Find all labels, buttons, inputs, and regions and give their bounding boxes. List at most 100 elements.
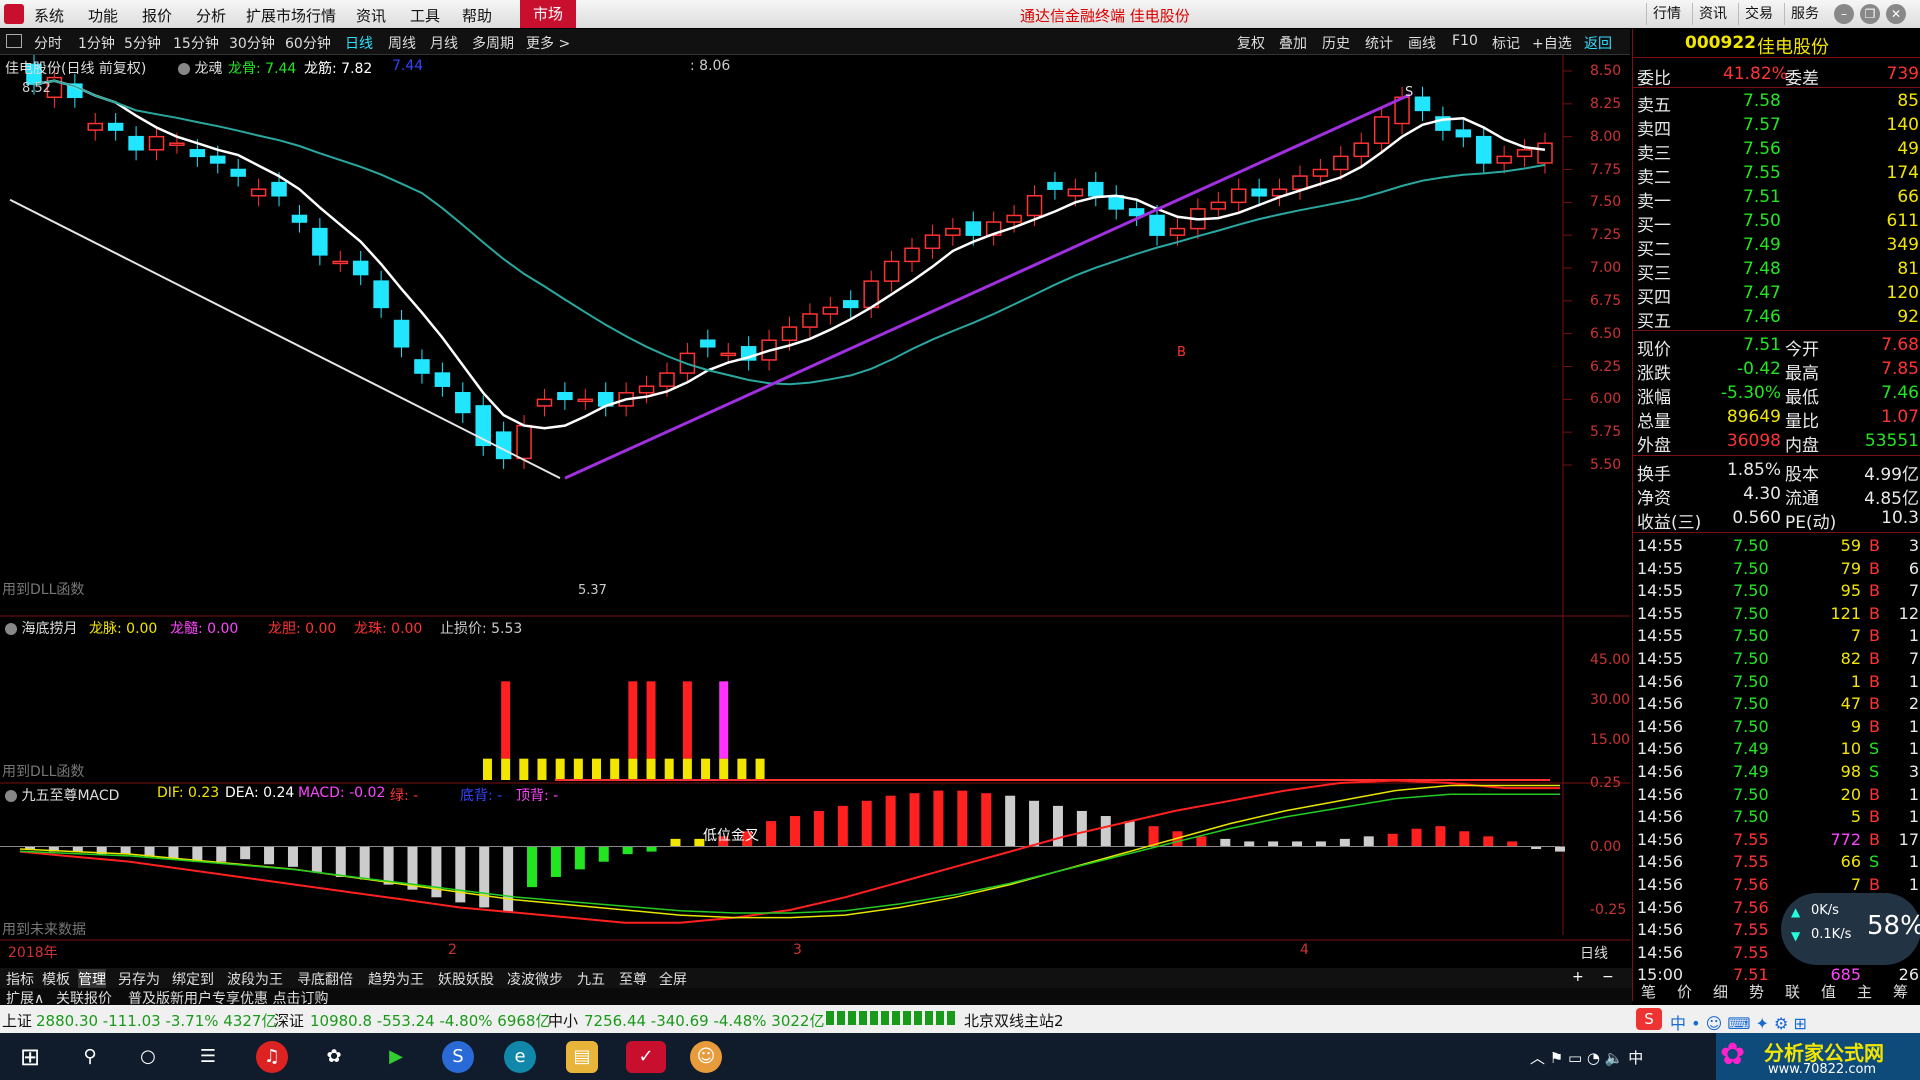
sub2-title[interactable]: 九五至尊MACD: [5, 785, 119, 805]
menu-item-info[interactable]: 资讯: [356, 5, 386, 26]
tab-bind-to[interactable]: 绑定到: [172, 969, 214, 989]
period-tab-daily[interactable]: 日线: [345, 33, 373, 53]
menu-item-quote[interactable]: 报价: [142, 5, 172, 26]
zx-index[interactable]: 7256.44 -340.69 -4.48% 3022亿: [584, 1010, 824, 1031]
menu-item-system[interactable]: 系统: [34, 5, 64, 26]
sogou-icon[interactable]: S: [442, 1041, 474, 1073]
tab-lingbo[interactable]: 凌波微步: [507, 969, 563, 989]
panel-tab[interactable]: 价: [1677, 981, 1692, 1002]
pinwheel-icon[interactable]: ✿: [318, 1041, 350, 1073]
tab-boduan[interactable]: 波段为王: [227, 969, 283, 989]
weibi-value: 41.82%: [1723, 64, 1788, 84]
avatar-app-icon[interactable]: ☺: [690, 1041, 722, 1073]
tdx-app-icon[interactable]: ✓: [626, 1041, 666, 1073]
server-name[interactable]: 北京双线主站2: [964, 1010, 1064, 1031]
tab-jiuwu[interactable]: 九五: [577, 969, 605, 989]
tool-history[interactable]: 历史: [1322, 33, 1350, 53]
search-icon[interactable]: ⚲: [74, 1041, 106, 1073]
panel-tab[interactable]: 细: [1713, 981, 1728, 1002]
panel-tab[interactable]: 联: [1785, 981, 1800, 1002]
tab-fullscreen[interactable]: 全屏: [659, 969, 687, 989]
tool-mark[interactable]: 标记: [1492, 33, 1520, 53]
sub1-title[interactable]: 海底捞月: [5, 618, 77, 638]
period-tab-more[interactable]: 更多 >: [526, 33, 570, 53]
cortana-icon[interactable]: ○: [132, 1041, 164, 1073]
ime-icon[interactable]: S: [1636, 1008, 1662, 1030]
candle-body: [87, 122, 104, 131]
ext-bar: 扩展∧ 关联报价 普及版新用户专享优惠 点击订购: [0, 988, 1632, 1007]
period-tab-5min[interactable]: 5分钟: [124, 33, 161, 53]
tool-back[interactable]: 返回: [1584, 33, 1612, 53]
tray-area[interactable]: ︿ ⚑ ▭ ◔ 🔈 中: [1530, 1047, 1643, 1068]
browser-icon[interactable]: e: [504, 1041, 536, 1073]
rbtn-service[interactable]: 服务: [1784, 3, 1825, 25]
rbtn-quote[interactable]: 行情: [1646, 3, 1687, 25]
candle-body: [1088, 181, 1104, 197]
x-axis-right-label[interactable]: 日线: [1580, 943, 1608, 963]
tool-fuquan[interactable]: 复权: [1237, 33, 1265, 53]
menu-item-analysis[interactable]: 分析: [196, 5, 226, 26]
menu-item-ext-market[interactable]: 扩展市场行情: [246, 5, 336, 26]
minimize-icon[interactable]: –: [1834, 4, 1854, 24]
zoom-in-icon[interactable]: +: [1572, 969, 1584, 985]
period-tab-30min[interactable]: 30分钟: [229, 33, 275, 53]
netease-icon[interactable]: ♫: [256, 1041, 288, 1073]
file-explorer-icon[interactable]: ▤: [566, 1041, 598, 1073]
panel-tab[interactable]: 主: [1857, 981, 1872, 1002]
buy-level-label: 买三: [1637, 264, 1671, 284]
restore-icon[interactable]: ❐: [1860, 4, 1880, 24]
menu-item-tools[interactable]: 工具: [410, 5, 440, 26]
sub1-base-bar: [501, 758, 511, 780]
tool-stats[interactable]: 统计: [1365, 33, 1393, 53]
kline-chart[interactable]: [0, 55, 1630, 967]
tab-save-as[interactable]: 另存为: [118, 969, 160, 989]
rbtn-info[interactable]: 资讯: [1692, 3, 1733, 25]
tab-yaogu[interactable]: 妖股妖股: [438, 969, 494, 989]
period-tab-60min[interactable]: 60分钟: [285, 33, 331, 53]
tool-add-fav[interactable]: +自选: [1532, 33, 1572, 53]
tray-icons[interactable]: 中 • ☺ ⌨ ✦ ⚙ ⊞: [1670, 1010, 1807, 1034]
sub2-toggle-icon[interactable]: [5, 790, 17, 802]
tool-draw[interactable]: 画线: [1408, 33, 1436, 53]
y-tick-label: -0.25: [1590, 902, 1627, 918]
macd-histogram-bar: [885, 795, 896, 847]
rbtn-trade[interactable]: 交易: [1738, 3, 1779, 25]
period-tab-fenshi[interactable]: 分时: [34, 33, 62, 53]
tool-overlay[interactable]: 叠加: [1279, 33, 1307, 53]
tab-manage[interactable]: 管理: [78, 969, 106, 989]
tool-f10[interactable]: F10: [1452, 33, 1478, 49]
status-bar: 上证 2880.30 -111.03 -3.71% 4327亿 深证 10980…: [0, 1005, 1920, 1033]
tab-xundi[interactable]: 寻底翻倍: [297, 969, 353, 989]
start-icon[interactable]: ⊞: [14, 1041, 46, 1073]
sh-index[interactable]: 2880.30 -111.03 -3.71% 4327亿: [36, 1010, 276, 1031]
period-toggle-icon[interactable]: [6, 34, 22, 48]
panel-tab[interactable]: 势: [1749, 981, 1764, 1002]
panel-tab[interactable]: 笔: [1641, 981, 1656, 1002]
sub1-toggle-icon[interactable]: [5, 623, 17, 635]
indicator-toggle-icon[interactable]: [178, 63, 190, 75]
period-tab-weekly[interactable]: 周线: [388, 33, 416, 53]
panel-tab[interactable]: 筹: [1893, 981, 1908, 1002]
close-icon[interactable]: ✕: [1886, 4, 1906, 24]
market-button[interactable]: 市场: [520, 0, 576, 28]
video-player-icon[interactable]: ▶: [380, 1041, 412, 1073]
candle-body: [495, 431, 512, 460]
panel-tab[interactable]: 值: [1821, 981, 1836, 1002]
tab-template[interactable]: 模板: [42, 969, 70, 989]
period-tab-1min[interactable]: 1分钟: [78, 33, 115, 53]
sz-index[interactable]: 10980.8 -553.24 -4.80% 6968亿: [310, 1010, 550, 1031]
menu-item-help[interactable]: 帮助: [462, 5, 492, 26]
period-tab-monthly[interactable]: 月线: [430, 33, 458, 53]
tab-zhizun[interactable]: 至尊: [619, 969, 647, 989]
task-view-icon[interactable]: ☰: [192, 1041, 224, 1073]
tab-indicator[interactable]: 指标: [6, 969, 34, 989]
indicator-name[interactable]: 龙魂: [178, 58, 222, 78]
tab-qushi[interactable]: 趋势为王: [368, 969, 424, 989]
period-tab-multi[interactable]: 多周期: [472, 33, 514, 53]
y-tick-label: 15.00: [1590, 732, 1631, 748]
zoom-out-icon[interactable]: −: [1602, 969, 1614, 985]
menu-item-function[interactable]: 功能: [88, 5, 118, 26]
period-tab-15min[interactable]: 15分钟: [173, 33, 219, 53]
tick-price: 7.55: [1733, 942, 1769, 962]
buy-level-label: 买四: [1637, 288, 1671, 308]
